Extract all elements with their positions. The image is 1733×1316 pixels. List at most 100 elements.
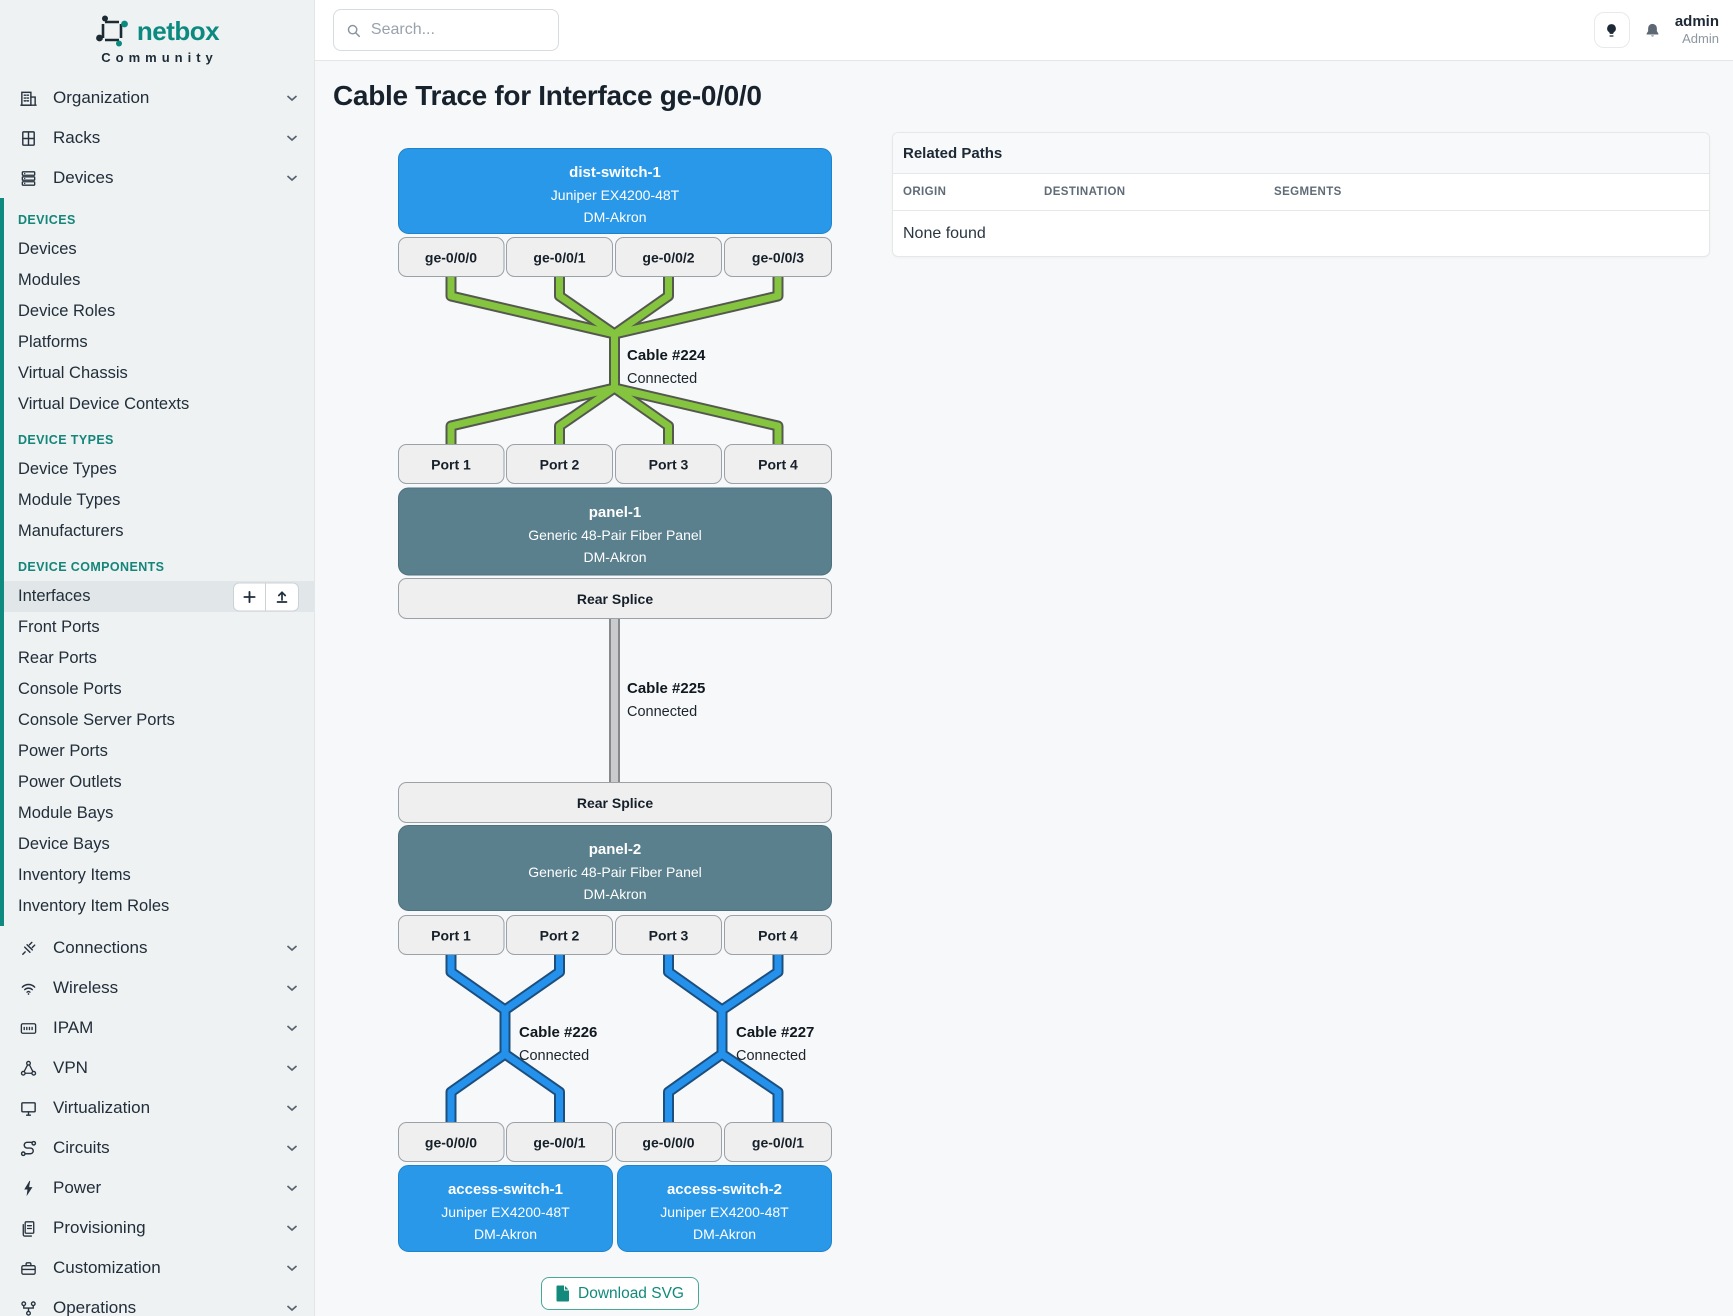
sidebar-item-label: Racks	[53, 128, 100, 148]
user-menu[interactable]: admin Admin	[1675, 13, 1719, 47]
sidebar-item-module-types[interactable]: Module Types	[4, 485, 314, 516]
port-access1-ge-0-0-0[interactable]: ge-0/0/0	[399, 1123, 505, 1162]
topbar: admin Admin	[315, 0, 1733, 61]
port-panel1-port3[interactable]: Port 3	[616, 445, 722, 484]
sidebar-item-vpn[interactable]: VPN	[0, 1048, 314, 1088]
port-panel2-port3[interactable]: Port 3	[616, 916, 722, 955]
notifications-button[interactable]	[1643, 21, 1662, 40]
network-nodes-icon	[18, 1059, 39, 1078]
theme-toggle-button[interactable]	[1594, 12, 1630, 48]
port-panel1-rear-splice[interactable]: Rear Splice	[399, 579, 832, 619]
port-panel2-port4[interactable]: Port 4	[725, 916, 832, 955]
cable-224-label[interactable]: Cable #224 Connected	[627, 347, 706, 387]
node-panel-1[interactable]: panel-1 Generic 48-Pair Fiber Panel DM-A…	[399, 488, 832, 575]
sidebar-item-power-ports[interactable]: Power Ports	[4, 736, 314, 767]
sidebar-item-operations[interactable]: Operations	[0, 1288, 314, 1316]
chevron-down-icon	[286, 1184, 298, 1192]
sidebar-item-devices[interactable]: Devices	[0, 158, 314, 198]
port-panel1-port2[interactable]: Port 2	[507, 445, 613, 484]
svg-text:DM-Akron: DM-Akron	[583, 886, 646, 902]
subitem-label: Module Types	[18, 491, 120, 510]
subitem-label: Inventory Items	[18, 866, 131, 885]
svg-text:ge-0/0/0: ge-0/0/0	[425, 250, 477, 266]
sidebar-item-device-bays[interactable]: Device Bays	[4, 829, 314, 860]
download-svg-button[interactable]: Download SVG	[541, 1277, 699, 1310]
sidebar-item-power[interactable]: Power	[0, 1168, 314, 1208]
sidebar-item-power-outlets[interactable]: Power Outlets	[4, 767, 314, 798]
sidebar-item-ipam[interactable]: IPAM	[0, 1008, 314, 1048]
node-access-switch-2[interactable]: access-switch-2 Juniper EX4200-48T DM-Ak…	[618, 1166, 832, 1252]
sidebar-item-label: Power	[53, 1178, 101, 1198]
svg-text:ge-0/0/0: ge-0/0/0	[425, 1135, 477, 1151]
port-dist-ge-0-0-2[interactable]: ge-0/0/2	[616, 238, 722, 277]
port-dist-ge-0-0-1[interactable]: ge-0/0/1	[507, 238, 613, 277]
port-access1-ge-0-0-1[interactable]: ge-0/0/1	[507, 1123, 613, 1162]
svg-text:dist-switch-1: dist-switch-1	[569, 164, 661, 181]
sidebar-item-modules[interactable]: Modules	[4, 265, 314, 296]
sidebar-item-rear-ports[interactable]: Rear Ports	[4, 643, 314, 674]
sidebar-item-inventory-items[interactable]: Inventory Items	[4, 860, 314, 891]
sidebar-item-inventory-item-roles[interactable]: Inventory Item Roles	[4, 891, 314, 922]
global-search[interactable]	[333, 9, 559, 51]
submenu-heading-device-components: DEVICE COMPONENTS	[4, 547, 314, 581]
cable-226-label[interactable]: Cable #226 Connected	[519, 1024, 597, 1064]
sidebar-item-wireless[interactable]: Wireless	[0, 968, 314, 1008]
import-button[interactable]	[266, 582, 299, 611]
logo[interactable]: netbox Community	[0, 0, 314, 78]
sidebar-item-device-roles[interactable]: Device Roles	[4, 296, 314, 327]
add-button[interactable]	[233, 582, 266, 611]
sidebar-item-label: Devices	[53, 168, 113, 188]
svg-text:Port 3: Port 3	[649, 457, 689, 473]
sidebar-item-console-server-ports[interactable]: Console Server Ports	[4, 705, 314, 736]
cable-224-path	[451, 277, 778, 444]
svg-text:Connected: Connected	[519, 1048, 589, 1064]
sidebar-item-manufacturers[interactable]: Manufacturers	[4, 516, 314, 547]
svg-text:Port 2: Port 2	[540, 928, 580, 944]
chevron-down-icon	[286, 1224, 298, 1232]
sidebar-item-connections[interactable]: Connections	[0, 928, 314, 968]
sidebar-item-platforms[interactable]: Platforms	[4, 327, 314, 358]
port-dist-ge-0-0-0[interactable]: ge-0/0/0	[399, 238, 505, 277]
cable-225-label[interactable]: Cable #225 Connected	[627, 680, 705, 720]
sidebar-item-virtual-chassis[interactable]: Virtual Chassis	[4, 358, 314, 389]
search-input[interactable]	[371, 21, 546, 39]
sidebar-item-label: Virtualization	[53, 1098, 150, 1118]
svg-text:ge-0/0/1: ge-0/0/1	[533, 1135, 585, 1151]
port-access2-ge-0-0-1[interactable]: ge-0/0/1	[725, 1123, 832, 1162]
sidebar-item-customization[interactable]: Customization	[0, 1248, 314, 1288]
sidebar-item-front-ports[interactable]: Front Ports	[4, 612, 314, 643]
node-panel-2[interactable]: panel-2 Generic 48-Pair Fiber Panel DM-A…	[399, 826, 832, 911]
port-dist-ge-0-0-3[interactable]: ge-0/0/3	[725, 238, 832, 277]
sidebar-item-console-ports[interactable]: Console Ports	[4, 674, 314, 705]
sidebar-item-devices-list[interactable]: Devices	[4, 234, 314, 265]
sidebar-item-interfaces[interactable]: Interfaces	[4, 581, 314, 612]
sidebar-item-organization[interactable]: Organization	[0, 78, 314, 118]
sidebar-item-circuits[interactable]: Circuits	[0, 1128, 314, 1168]
port-panel2-rear-splice[interactable]: Rear Splice	[399, 783, 832, 823]
wifi-icon	[18, 979, 39, 998]
port-panel1-port1[interactable]: Port 1	[399, 445, 505, 484]
rack-grid-icon	[18, 129, 39, 148]
node-dist-switch-1[interactable]: dist-switch-1 Juniper EX4200-48T DM-Akro…	[399, 149, 832, 234]
sidebar-item-racks[interactable]: Racks	[0, 118, 314, 158]
chevron-down-icon	[286, 94, 298, 102]
svg-text:DM-Akron: DM-Akron	[583, 549, 646, 565]
brand-tagline: Community	[0, 50, 314, 65]
svg-text:Cable #226: Cable #226	[519, 1024, 597, 1041]
svg-text:Connected: Connected	[627, 704, 697, 720]
port-access2-ge-0-0-0[interactable]: ge-0/0/0	[616, 1123, 722, 1162]
chevron-down-icon	[286, 174, 298, 182]
sidebar-item-device-types[interactable]: Device Types	[4, 454, 314, 485]
sidebar-item-virtual-device-contexts[interactable]: Virtual Device Contexts	[4, 389, 314, 420]
port-panel2-port2[interactable]: Port 2	[507, 916, 613, 955]
sidebar-bottom-nav: Connections Wireless IPAM	[0, 928, 314, 1316]
port-panel2-port1[interactable]: Port 1	[399, 916, 505, 955]
sidebar-item-module-bays[interactable]: Module Bays	[4, 798, 314, 829]
sidebar-item-virtualization[interactable]: Virtualization	[0, 1088, 314, 1128]
port-panel1-port4[interactable]: Port 4	[725, 445, 832, 484]
sidebar-item-label: Customization	[53, 1258, 161, 1278]
cable-227-label[interactable]: Cable #227 Connected	[736, 1024, 814, 1064]
chevron-down-icon	[286, 1264, 298, 1272]
node-access-switch-1[interactable]: access-switch-1 Juniper EX4200-48T DM-Ak…	[399, 1166, 613, 1252]
sidebar-item-provisioning[interactable]: Provisioning	[0, 1208, 314, 1248]
